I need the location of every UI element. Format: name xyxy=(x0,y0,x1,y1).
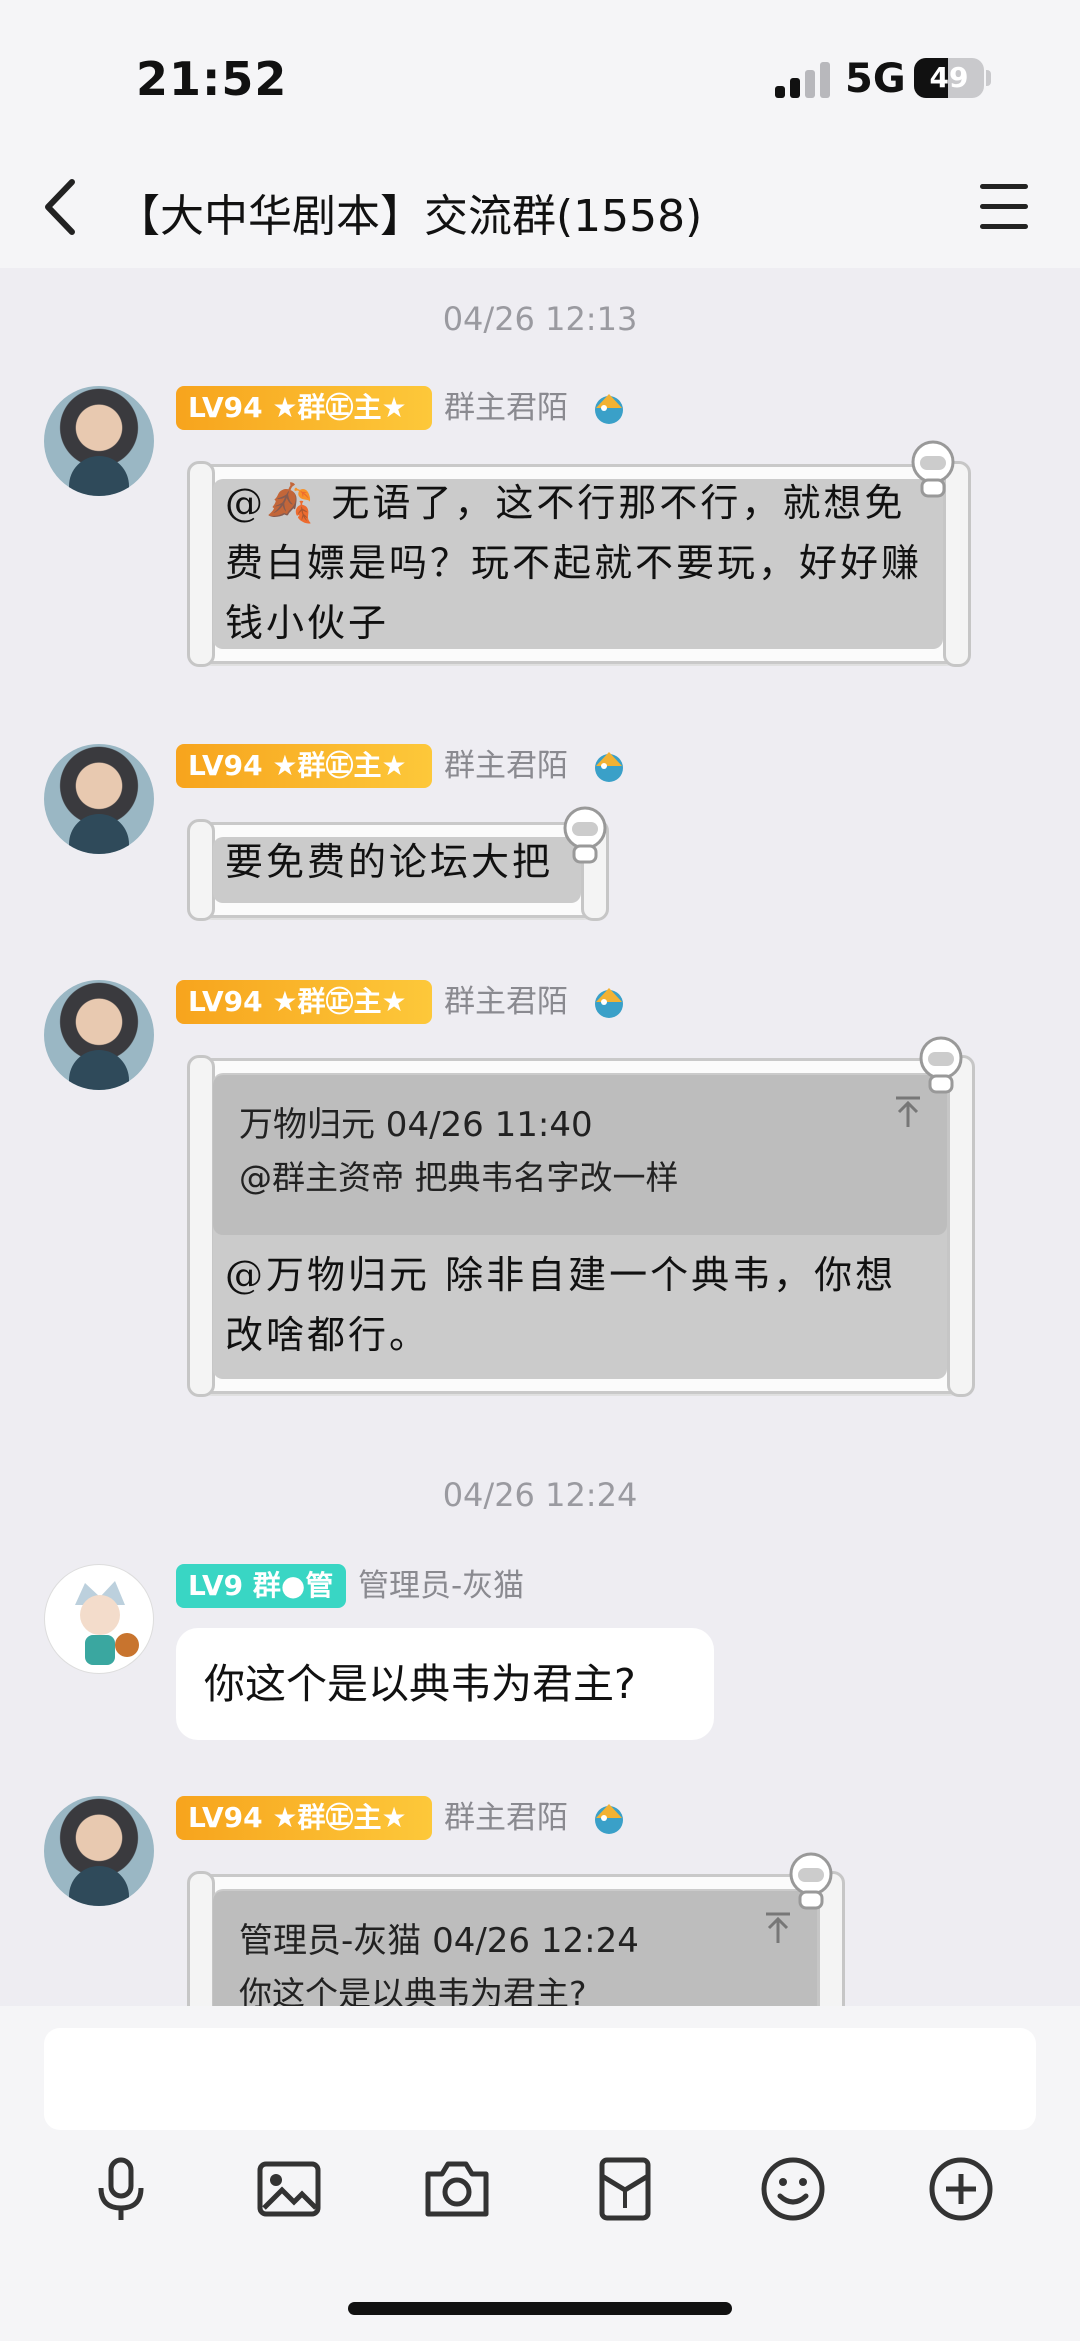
redpacket-icon[interactable] xyxy=(590,2154,660,2224)
message-text: 你这个是以典韦为君主? xyxy=(204,1660,636,1708)
signal-icon xyxy=(775,62,831,98)
message-text: @🍂 无语了，这不行那不行，就想免费白嫖是吗？玩不起就不要玩，好好赚钱小伙子 xyxy=(225,481,923,645)
battery-icon: 49 xyxy=(914,58,984,98)
message-text: @万物归元 除非自建一个典韦，你想改啥都行。 xyxy=(225,1253,897,1357)
plus-icon[interactable] xyxy=(926,2154,996,2224)
message-bubble[interactable]: 要免费的论坛大把 xyxy=(187,819,609,921)
quoted-message[interactable]: 管理员-灰猫 04/26 12:24 你这个是以典韦为君主? xyxy=(213,1891,817,2006)
emoji-icon[interactable] xyxy=(758,2154,828,2224)
jump-to-top-icon[interactable] xyxy=(893,1095,923,1129)
mic-icon[interactable] xyxy=(86,2154,156,2224)
status-time: 21:52 xyxy=(136,52,288,106)
sender-name[interactable]: 群主君陌 xyxy=(444,744,568,788)
message-bubble[interactable]: @🍂 无语了，这不行那不行，就想免费白嫖是吗？玩不起就不要玩，好好赚钱小伙子 xyxy=(187,461,971,667)
avatar[interactable] xyxy=(44,1796,154,1906)
home-indicator[interactable] xyxy=(348,2302,732,2315)
page-title: 【大中华剧本】交流群(1558) xyxy=(116,191,703,242)
dragon-icon xyxy=(595,988,623,1018)
image-icon[interactable] xyxy=(254,2154,324,2224)
dragon-icon xyxy=(595,752,623,782)
status-bar: 21:52 5G 49 xyxy=(0,0,1080,150)
timestamp: 04/26 12:13 xyxy=(442,300,638,338)
level-badge: LV94 ★群㊣主★ xyxy=(176,744,432,788)
message-list[interactable]: 04/26 12:13 LV94 ★群㊣主★ 群主君陌 @🍂 无语了，这不行那不… xyxy=(0,268,1080,2006)
chat-header: 【大中华剧本】交流群(1558) xyxy=(0,150,1080,268)
back-icon[interactable] xyxy=(36,172,96,242)
sender-name[interactable]: 群主君陌 xyxy=(444,386,568,430)
level-badge: LV94 ★群㊣主★ xyxy=(176,1796,432,1840)
avatar[interactable] xyxy=(44,1564,154,1674)
astronaut-icon xyxy=(919,1036,963,1094)
avatar[interactable] xyxy=(44,744,154,854)
astronaut-icon xyxy=(789,1852,833,1910)
message-input[interactable] xyxy=(44,2028,1036,2130)
camera-icon[interactable] xyxy=(422,2154,492,2224)
battery-level: 49 xyxy=(929,61,969,94)
astronaut-icon xyxy=(563,806,607,864)
timestamp: 04/26 12:24 xyxy=(442,1476,638,1514)
message-bubble[interactable]: 你这个是以典韦为君主? xyxy=(176,1628,714,1740)
message-bubble[interactable]: 万物归元 04/26 11:40 @群主资帝 把典韦名字改一样 @万物归元 除非… xyxy=(187,1055,975,1397)
menu-icon[interactable] xyxy=(980,184,1028,230)
quote-header: 万物归元 04/26 11:40 xyxy=(239,1105,593,1145)
input-panel xyxy=(0,2006,1080,2341)
quote-text: 你这个是以典韦为君主? xyxy=(239,1974,587,2006)
message-text: 要免费的论坛大把 xyxy=(225,840,554,884)
level-badge: LV94 ★群㊣主★ xyxy=(176,386,432,430)
avatar[interactable] xyxy=(44,980,154,1090)
quoted-message[interactable]: 万物归元 04/26 11:40 @群主资帝 把典韦名字改一样 xyxy=(213,1075,947,1235)
level-badge: LV9 群●管 xyxy=(176,1564,346,1608)
network-label: 5G xyxy=(845,56,906,102)
astronaut-icon xyxy=(911,440,955,498)
quote-header: 管理员-灰猫 04/26 12:24 xyxy=(239,1921,639,1961)
sender-name[interactable]: 群主君陌 xyxy=(444,1796,568,1840)
avatar[interactable] xyxy=(44,386,154,496)
sender-name[interactable]: 群主君陌 xyxy=(444,980,568,1024)
dragon-icon xyxy=(595,394,623,424)
jump-to-top-icon[interactable] xyxy=(763,1911,793,1945)
message-bubble[interactable]: 管理员-灰猫 04/26 12:24 你这个是以典韦为君主? xyxy=(187,1871,845,2006)
dragon-icon xyxy=(595,1804,623,1834)
sender-name[interactable]: 管理员-灰猫 xyxy=(358,1564,524,1608)
level-badge: LV94 ★群㊣主★ xyxy=(176,980,432,1024)
input-toolbar xyxy=(0,2154,1080,2244)
quote-text: @群主资帝 把典韦名字改一样 xyxy=(239,1158,679,1197)
